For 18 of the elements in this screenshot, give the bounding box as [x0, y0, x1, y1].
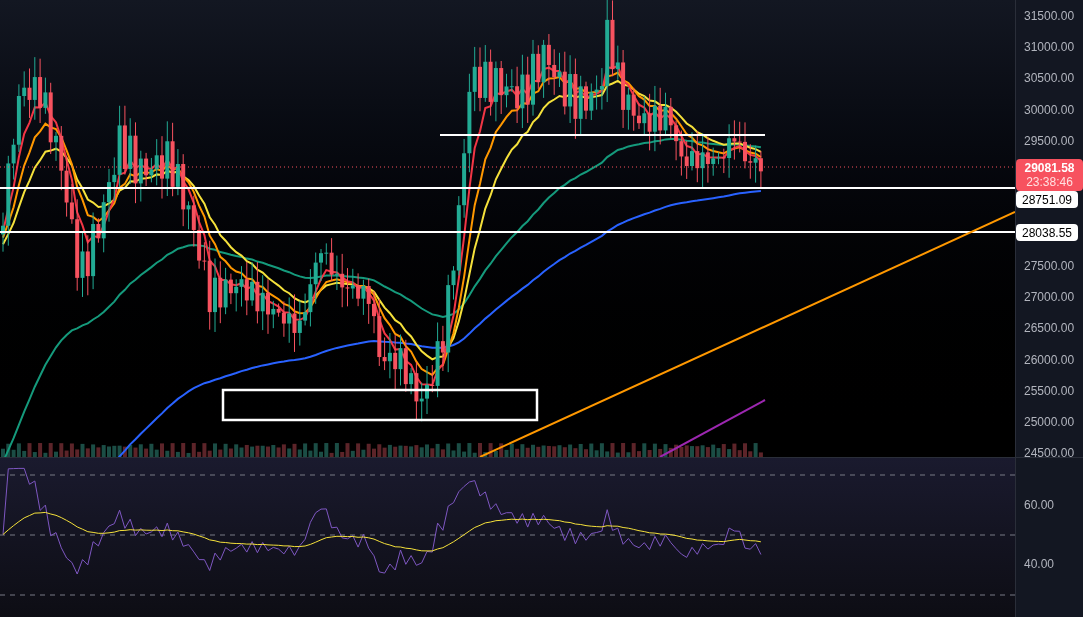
price-tick-label: 29500.00 — [1024, 134, 1075, 147]
price-tick-label: 30500.00 — [1024, 72, 1075, 85]
countdown-label: 23:38:46 — [1026, 176, 1073, 188]
price-tick-label: 31000.00 — [1024, 41, 1075, 54]
price-tick-label: 26000.00 — [1024, 353, 1075, 366]
price-tick-label: 25000.00 — [1024, 416, 1075, 428]
price-tick-label: 27000.00 — [1024, 291, 1075, 304]
rsi-tick-label: 60.00 — [1024, 499, 1055, 511]
price-tick-label: 27500.00 — [1024, 260, 1075, 272]
price-tick-label: 26500.00 — [1024, 322, 1075, 335]
price-tick-label: 24500.00 — [1024, 447, 1075, 460]
level-price-label: 28038.55 — [1016, 224, 1078, 241]
rsi-tick-label: 40.00 — [1024, 558, 1055, 570]
price-tick-label: 25500.00 — [1024, 384, 1075, 397]
price-tick-label: 30000.00 — [1024, 103, 1075, 116]
current-price-label: 29081.58 — [1024, 162, 1075, 174]
level-price-label: 28751.09 — [1016, 191, 1078, 208]
price-tick-label: 31500.00 — [1024, 10, 1075, 22]
